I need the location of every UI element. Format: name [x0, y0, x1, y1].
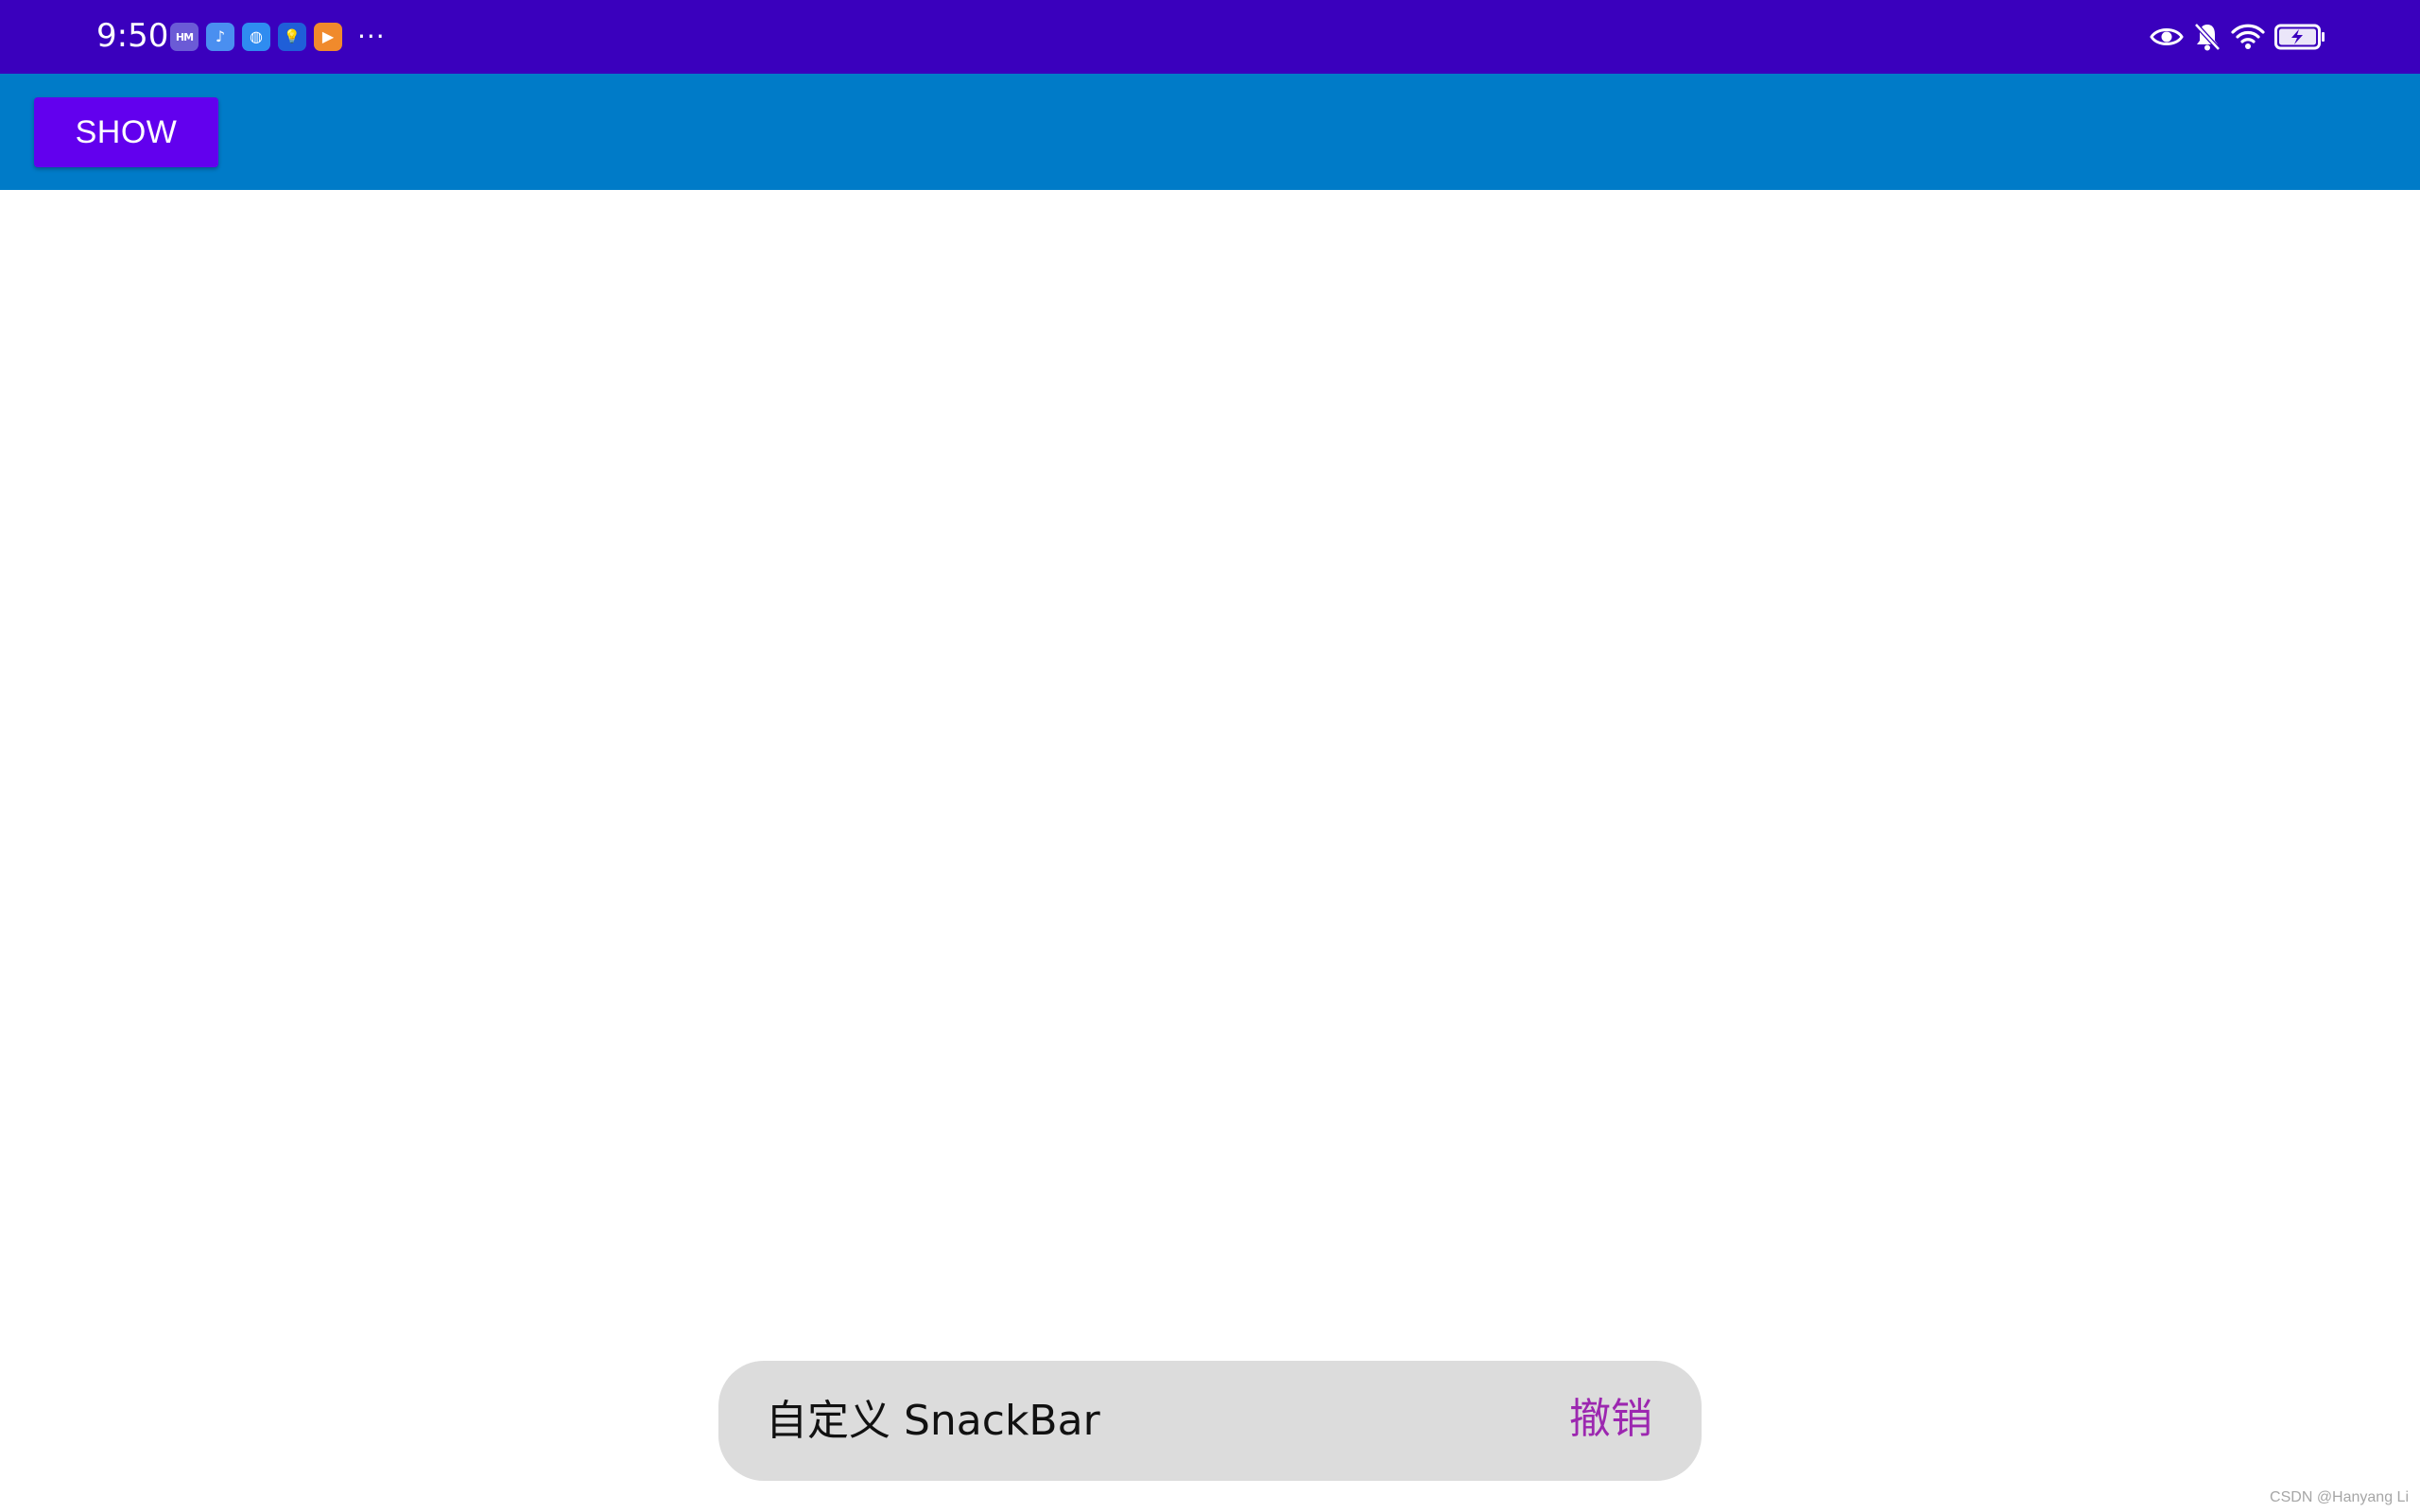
mute-bell-icon: [2193, 22, 2221, 52]
video-app-icon: ▶: [314, 23, 342, 51]
status-bar: 9:50 HM ♪ ◍ 💡 ▶ ···: [0, 0, 2420, 74]
status-time: 9:50: [96, 17, 169, 55]
battery-charging-icon: [2274, 24, 2325, 50]
eye-comfort-icon: [2150, 25, 2184, 49]
wifi-icon: [2231, 23, 2265, 51]
toolbar: SHOW: [0, 74, 2420, 190]
system-icons: [2150, 21, 2325, 53]
watermark: CSDN @Hanyang Li: [2270, 1489, 2409, 1505]
snackbar: 自定义 SnackBar 撤销: [718, 1361, 1702, 1481]
main-content: [0, 190, 2420, 1512]
show-button[interactable]: SHOW: [34, 97, 218, 167]
browser-app-icon: ◍: [242, 23, 270, 51]
snackbar-undo-button[interactable]: 撤销: [1569, 1393, 1652, 1446]
more-notifications-icon: ···: [357, 21, 386, 52]
hmos-app-icon: HM: [170, 23, 199, 51]
tips-app-icon: 💡: [278, 23, 306, 51]
notification-icons: HM ♪ ◍ 💡 ▶ ···: [170, 23, 386, 51]
music-app-icon: ♪: [206, 23, 234, 51]
snackbar-message: 自定义 SnackBar: [766, 1397, 1100, 1445]
